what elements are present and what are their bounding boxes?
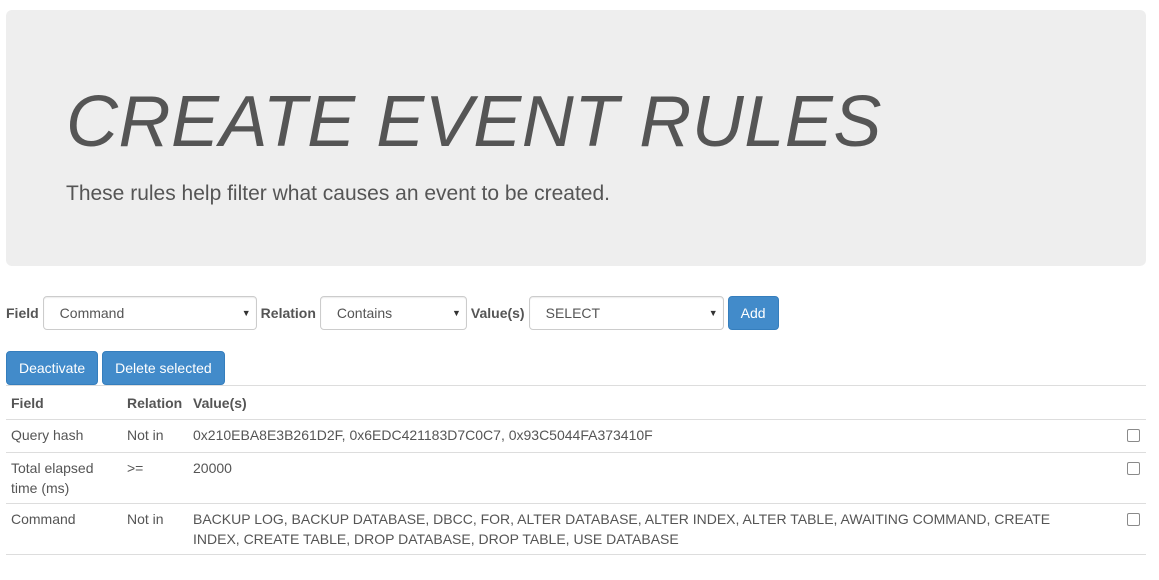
table-row: Command Not in BACKUP LOG, BACKUP DATABA… (6, 503, 1146, 555)
values-select-value: SELECT (545, 305, 601, 321)
row-field: Command (6, 503, 122, 555)
add-button[interactable]: Add (727, 296, 779, 330)
row-values: 20000 (188, 452, 1111, 504)
values-select[interactable]: SELECT ▼ (528, 296, 724, 330)
page-header: CREATE EVENT RULES These rules help filt… (6, 10, 1146, 266)
rules-table: Field Relation Value(s) Query hash Not i… (6, 385, 1146, 555)
row-checkbox[interactable] (1127, 513, 1140, 526)
chevron-down-icon: ▼ (708, 308, 718, 318)
delete-selected-button[interactable]: Delete selected (102, 351, 225, 385)
row-field: Query hash (6, 419, 122, 453)
row-relation: Not in (122, 503, 188, 555)
column-header-field: Field (6, 385, 122, 420)
row-select-cell (1111, 452, 1146, 504)
deactivate-button[interactable]: Deactivate (6, 351, 99, 385)
row-checkbox[interactable] (1127, 462, 1140, 475)
column-header-relation: Relation (122, 385, 188, 420)
relation-label: Relation (260, 305, 316, 321)
row-select-cell (1111, 419, 1146, 453)
row-checkbox[interactable] (1127, 429, 1140, 442)
row-values: BACKUP LOG, BACKUP DATABASE, DBCC, FOR, … (188, 503, 1111, 555)
column-header-select (1111, 385, 1146, 420)
table-header-row: Field Relation Value(s) (6, 385, 1146, 420)
row-values: 0x210EBA8E3B261D2F, 0x6EDC421183D7C0C7, … (188, 419, 1111, 453)
field-select[interactable]: Command ▼ (42, 296, 257, 330)
row-relation: >= (122, 452, 188, 504)
page-title: CREATE EVENT RULES (66, 82, 882, 162)
chevron-down-icon: ▼ (241, 308, 251, 318)
table-row: Total elapsed time (ms) >= 20000 (6, 452, 1146, 504)
row-select-cell (1111, 503, 1146, 555)
page-subtitle: These rules help filter what causes an e… (66, 182, 610, 205)
field-label: Field (6, 305, 39, 321)
relation-select[interactable]: Contains ▼ (319, 296, 467, 330)
rule-form: Field Command ▼ Relation Contains ▼ Valu… (6, 296, 779, 330)
relation-select-value: Contains (336, 305, 393, 321)
row-field: Total elapsed time (ms) (6, 452, 122, 504)
row-relation: Not in (122, 419, 188, 453)
values-label: Value(s) (470, 305, 525, 321)
chevron-down-icon: ▼ (451, 308, 461, 318)
action-bar: Deactivate Delete selected (6, 351, 225, 385)
field-select-value: Command (59, 305, 125, 321)
page: CREATE EVENT RULES These rules help filt… (0, 0, 1159, 580)
column-header-values: Value(s) (188, 385, 1111, 420)
table-row: Query hash Not in 0x210EBA8E3B261D2F, 0x… (6, 419, 1146, 453)
